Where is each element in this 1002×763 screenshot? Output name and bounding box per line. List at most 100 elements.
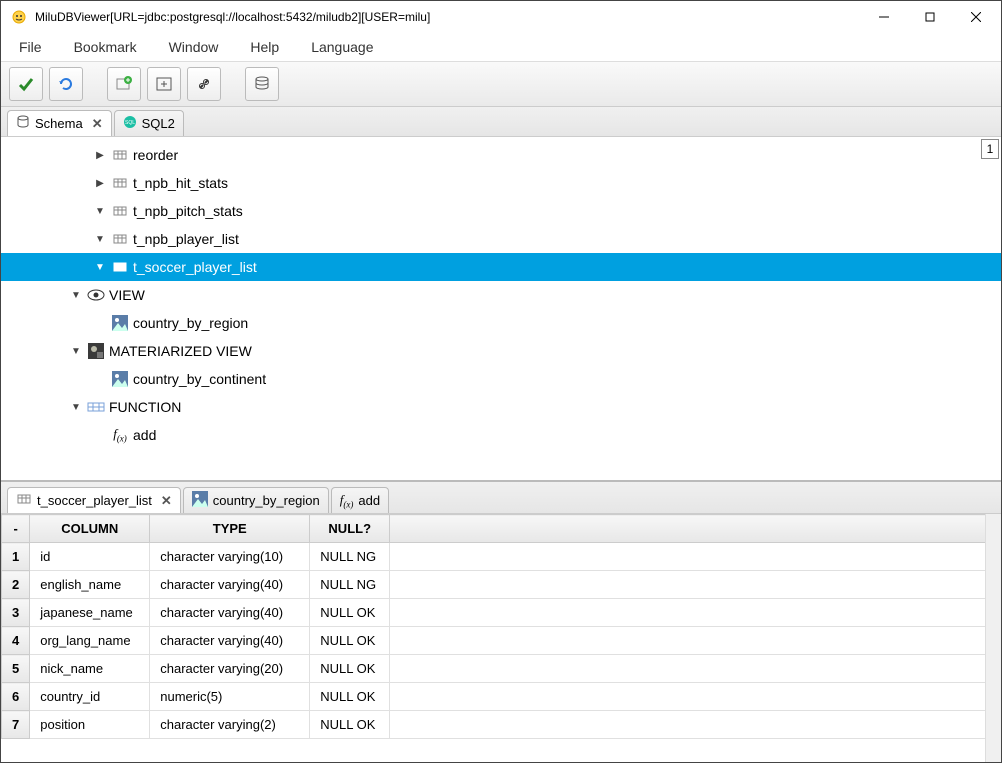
refresh-button[interactable] [49, 67, 83, 101]
tree-node-view[interactable]: ▼VIEW [1, 281, 1001, 309]
close-icon[interactable]: ✕ [92, 116, 103, 132]
maximize-button[interactable] [907, 2, 953, 32]
tree-label: add [133, 427, 156, 443]
cell-type: numeric(5) [150, 683, 310, 711]
tree-label: t_npb_player_list [133, 231, 239, 247]
row-number: 1 [2, 543, 30, 571]
tree-node-materiarized-view[interactable]: ▼ MATERIARIZED VIEW [1, 337, 1001, 365]
tree-node-reorder[interactable]: ▶reorder [1, 141, 1001, 169]
table-row[interactable]: 6country_idnumeric(5)NULL OK [2, 683, 1001, 711]
menu-language[interactable]: Language [307, 37, 377, 57]
bottom-tab-country-by-region[interactable]: country_by_region [183, 487, 329, 513]
cell-spacer [390, 627, 1001, 655]
cell-column: japanese_name [30, 599, 150, 627]
header-rownum[interactable]: - [2, 515, 30, 543]
new-window-button[interactable] [147, 67, 181, 101]
database-button[interactable] [245, 67, 279, 101]
collapse-icon[interactable]: ▼ [69, 346, 83, 357]
eye-icon [87, 286, 105, 304]
menu-file[interactable]: File [15, 37, 46, 57]
svg-text:SQL: SQL [125, 120, 135, 126]
execute-button[interactable] [9, 67, 43, 101]
row-number: 4 [2, 627, 30, 655]
tree-node-add[interactable]: f(x)add [1, 421, 1001, 449]
fx-icon: f(x) [340, 492, 354, 510]
table-row[interactable]: 7positioncharacter varying(2)NULL OK [2, 711, 1001, 739]
tree-label: t_npb_hit_stats [133, 175, 228, 191]
window-controls [861, 2, 999, 32]
cell-null: NULL NG [310, 571, 390, 599]
collapse-icon[interactable]: ▼ [93, 206, 107, 217]
cell-null: NULL NG [310, 543, 390, 571]
tab-label: Schema [35, 116, 83, 131]
bottom-tab-t-soccer-player-list[interactable]: t_soccer_player_list✕ [7, 487, 181, 513]
bottom-tab-add[interactable]: f(x)add [331, 487, 389, 513]
tree-node-t-soccer-player-list[interactable]: ▼ t_soccer_player_list [1, 253, 1001, 281]
img2-icon [87, 342, 105, 360]
img-icon [192, 491, 208, 510]
cell-column: position [30, 711, 150, 739]
menu-help[interactable]: Help [246, 37, 283, 57]
cell-type: character varying(20) [150, 655, 310, 683]
tab-sql2[interactable]: SQL SQL2 [114, 110, 184, 136]
tree-pane: 1 ▶reorder▶t_npb_hit_stats▼t_npb_pitch_s… [1, 137, 1001, 482]
database-icon [16, 115, 30, 132]
collapse-icon[interactable]: ▼ [69, 290, 83, 301]
toolbar [1, 61, 1001, 107]
cell-type: character varying(40) [150, 627, 310, 655]
tree-node-function[interactable]: ▼FUNCTION [1, 393, 1001, 421]
cell-null: NULL OK [310, 599, 390, 627]
header-null[interactable]: NULL? [310, 515, 390, 543]
table-row[interactable]: 4org_lang_namecharacter varying(40)NULL … [2, 627, 1001, 655]
row-number: 5 [2, 655, 30, 683]
close-button[interactable] [953, 2, 999, 32]
cell-null: NULL OK [310, 683, 390, 711]
table-icon [111, 230, 129, 248]
tree-node-country-by-region[interactable]: country_by_region [1, 309, 1001, 337]
schema-tree[interactable]: ▶reorder▶t_npb_hit_stats▼t_npb_pitch_sta… [1, 137, 1001, 480]
tree-label: MATERIARIZED VIEW [109, 343, 252, 359]
cell-spacer [390, 571, 1001, 599]
table-icon [16, 491, 32, 510]
collapse-icon[interactable]: ▼ [93, 262, 107, 273]
cell-spacer [390, 655, 1001, 683]
menu-bookmark[interactable]: Bookmark [70, 37, 141, 57]
app-window: MiluDBViewer[URL=jdbc:postgresql://local… [0, 0, 1002, 763]
cell-type: character varying(40) [150, 599, 310, 627]
close-icon[interactable]: ✕ [161, 493, 172, 509]
cell-type: character varying(2) [150, 711, 310, 739]
cell-column: country_id [30, 683, 150, 711]
cell-column: org_lang_name [30, 627, 150, 655]
table-row[interactable]: 5nick_namecharacter varying(20)NULL OK [2, 655, 1001, 683]
vertical-scrollbar[interactable] [985, 514, 1001, 762]
connect-button[interactable] [187, 67, 221, 101]
table-icon [111, 146, 129, 164]
header-column[interactable]: COLUMN [30, 515, 150, 543]
corner-box[interactable]: 1 [981, 139, 999, 159]
new-tab-button[interactable] [107, 67, 141, 101]
table-icon [111, 258, 129, 276]
tree-label: t_soccer_player_list [133, 259, 257, 275]
header-type[interactable]: TYPE [150, 515, 310, 543]
table-row[interactable]: 1idcharacter varying(10)NULL NG [2, 543, 1001, 571]
app-icon [11, 9, 27, 25]
tab-schema[interactable]: Schema ✕ [7, 110, 112, 136]
tree-node-t-npb-player-list[interactable]: ▼ t_npb_player_list [1, 225, 1001, 253]
row-number: 7 [2, 711, 30, 739]
expand-icon[interactable]: ▶ [93, 150, 107, 161]
fx-icon: f(x) [111, 426, 129, 444]
cell-spacer [390, 683, 1001, 711]
tree-node-country-by-continent[interactable]: country_by_continent [1, 365, 1001, 393]
table-row[interactable]: 3japanese_namecharacter varying(40)NULL … [2, 599, 1001, 627]
collapse-icon[interactable]: ▼ [93, 234, 107, 245]
collapse-icon[interactable]: ▼ [69, 402, 83, 413]
row-number: 2 [2, 571, 30, 599]
tree-node-t-npb-hit-stats[interactable]: ▶ t_npb_hit_stats [1, 169, 1001, 197]
expand-icon[interactable]: ▶ [93, 178, 107, 189]
sql-icon: SQL [123, 115, 137, 132]
minimize-button[interactable] [861, 2, 907, 32]
cell-column: english_name [30, 571, 150, 599]
table-row[interactable]: 2english_namecharacter varying(40)NULL N… [2, 571, 1001, 599]
menu-window[interactable]: Window [165, 37, 223, 57]
tree-node-t-npb-pitch-stats[interactable]: ▼t_npb_pitch_stats [1, 197, 1001, 225]
